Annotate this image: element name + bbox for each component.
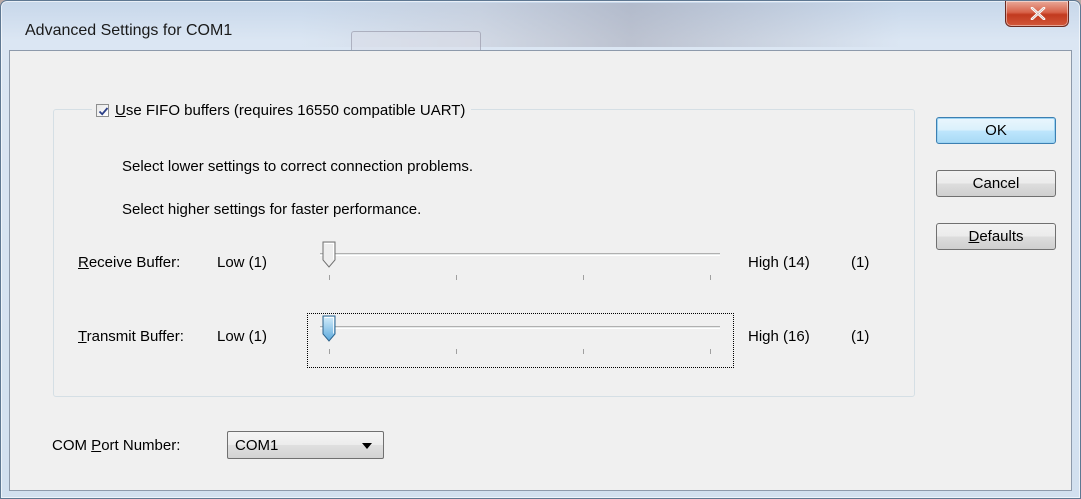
ok-button-label: OK bbox=[985, 122, 1007, 139]
transmit-tick bbox=[456, 349, 457, 354]
transmit-high-label: High (16) bbox=[748, 328, 810, 345]
fifo-checkbox-label: Use FIFO buffers (requires 16550 compati… bbox=[115, 102, 465, 119]
fifo-accel-key: U bbox=[115, 101, 126, 119]
transmit-accel-key: T bbox=[78, 328, 87, 345]
checkmark-icon bbox=[98, 106, 109, 116]
receive-high-label: High (14) bbox=[748, 254, 810, 271]
receive-label-text: eceive Buffer: bbox=[88, 254, 181, 271]
transmit-value-label: (1) bbox=[851, 328, 870, 345]
transmit-tick bbox=[710, 349, 711, 354]
transmit-label-text: ransmit Buffer: bbox=[86, 328, 184, 345]
cancel-button[interactable]: Cancel bbox=[936, 170, 1056, 197]
chevron-down-icon bbox=[362, 443, 372, 449]
transmit-buffer-label: Transmit Buffer: bbox=[78, 328, 184, 345]
fifo-label-text: se FIFO buffers (requires 16550 compatib… bbox=[125, 101, 466, 119]
com-port-label: COM Port Number: bbox=[52, 437, 180, 454]
receive-tick bbox=[583, 275, 584, 280]
defaults-label-text: efaults bbox=[979, 228, 1024, 245]
receive-buffer-slider[interactable] bbox=[310, 232, 730, 288]
receive-buffer-label: Receive Buffer: bbox=[78, 254, 180, 271]
com-port-label-text: ort Number: bbox=[101, 437, 181, 454]
transmit-slider-track bbox=[320, 326, 720, 329]
receive-slider-track bbox=[320, 253, 720, 256]
transmit-tick bbox=[329, 349, 330, 354]
defaults-button-label: Defaults bbox=[968, 228, 1023, 245]
fifo-checkbox[interactable] bbox=[96, 103, 109, 117]
com-port-label-pre: COM bbox=[52, 437, 92, 454]
transmit-low-label: Low (1) bbox=[217, 328, 268, 345]
com-port-accel-key: P bbox=[91, 437, 102, 454]
hint-lower-text: Select lower settings to correct connect… bbox=[122, 158, 473, 175]
cancel-button-label: Cancel bbox=[972, 175, 1020, 192]
window-title: Advanced Settings for COM1 bbox=[25, 22, 233, 39]
com-port-select[interactable]: COM1 bbox=[227, 431, 384, 459]
receive-value-label: (1) bbox=[851, 254, 870, 271]
receive-tick bbox=[710, 275, 711, 280]
hint-higher-text: Select higher settings for faster perfor… bbox=[122, 201, 422, 218]
receive-tick bbox=[456, 275, 457, 280]
defaults-button[interactable]: Defaults bbox=[936, 223, 1056, 250]
receive-accel-key: R bbox=[78, 254, 89, 271]
receive-tick bbox=[329, 275, 330, 280]
com-port-selected-value: COM1 bbox=[235, 437, 279, 454]
transmit-slider-thumb[interactable] bbox=[322, 315, 336, 343]
receive-low-label: Low (1) bbox=[217, 254, 268, 271]
transmit-buffer-slider[interactable] bbox=[310, 306, 730, 362]
receive-slider-thumb[interactable] bbox=[322, 241, 336, 269]
close-button[interactable] bbox=[1005, 1, 1069, 27]
fifo-checkbox-row[interactable]: Use FIFO buffers (requires 16550 compati… bbox=[92, 99, 472, 121]
ok-button[interactable]: OK bbox=[936, 117, 1056, 144]
close-icon bbox=[1030, 7, 1046, 20]
transmit-tick bbox=[583, 349, 584, 354]
defaults-accel-key: D bbox=[968, 228, 980, 245]
